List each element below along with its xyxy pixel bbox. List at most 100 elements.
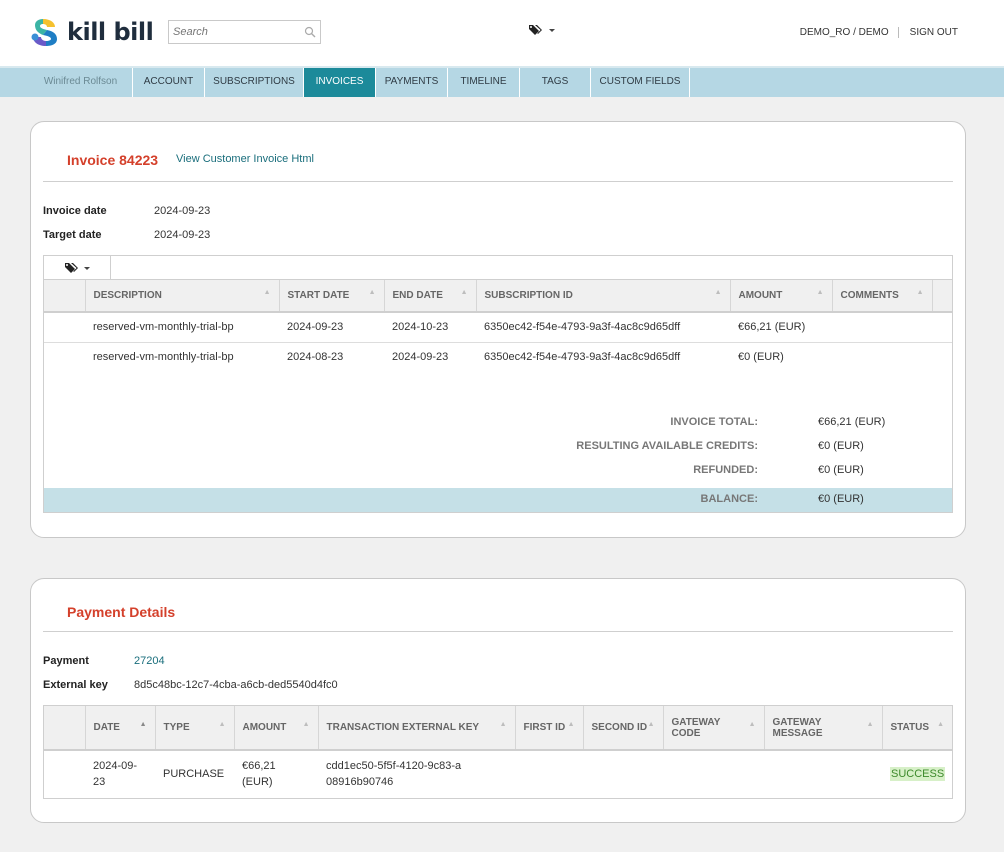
cell-subscription-id: 6350ec42-f54e-4793-9a3f-4ac8c9d65dff: [484, 351, 681, 364]
column-header-status[interactable]: STATUS ▲: [882, 706, 952, 751]
column-header-type[interactable]: TYPE ▲: [155, 706, 235, 751]
tab-account[interactable]: ACCOUNT: [133, 68, 205, 97]
tab-custom-fields[interactable]: CUSTOM FIELDS: [591, 68, 690, 97]
sort-icon: ▲: [460, 289, 468, 296]
column-header-first-id[interactable]: FIRST ID ▲: [515, 706, 584, 751]
cell-amount: €66,21 (EUR): [730, 312, 832, 343]
sort-icon: ▲: [916, 289, 924, 296]
column-header-date[interactable]: DATE ▲: [85, 706, 156, 751]
tag-icon: [529, 25, 542, 35]
tab-tags[interactable]: TAGS: [520, 68, 591, 97]
column-header-start-date[interactable]: START DATE ▲: [279, 280, 385, 313]
cell-date: 2024-09-23: [93, 759, 138, 788]
available-credits-value: €0 (EUR): [818, 440, 864, 452]
search-input[interactable]: [169, 21, 297, 43]
column-label: TRANSACTION EXTERNAL KEY: [326, 722, 480, 733]
invoice-title: Invoice 84223: [67, 152, 159, 168]
invoice-items-grid: DESCRIPTION ▲ START DATE ▲ END DATE ▲ SUBSC…: [43, 255, 953, 513]
available-credits-label: RESULTING AVAILABLE CREDITS:: [576, 440, 758, 452]
divider: [43, 631, 953, 632]
column-header-gateway-code[interactable]: GATEWAY CODE ▲: [663, 706, 765, 751]
column-label: START DATE: [287, 290, 350, 301]
logo[interactable]: kill bill: [29, 17, 154, 47]
sort-icon: ▲: [218, 721, 226, 728]
table-header-row: DATE ▲ TYPE ▲ AMOUNT ▲ TRANSACTION EXTERNAL…: [44, 706, 952, 751]
invoice-total-row: INVOICE TOTAL: €66,21 (EUR): [44, 416, 952, 440]
view-customer-invoice-link[interactable]: View Customer Invoice Html: [176, 153, 314, 165]
column-header-select: [44, 706, 86, 751]
cell-comments: [832, 342, 932, 372]
top-bar: kill bill DEMO_RO / DEMO SIGN OUT: [0, 0, 1004, 66]
cell-subscription-id: 6350ec42-f54e-4793-9a3f-4ac8c9d65dff: [476, 312, 730, 343]
column-header-second-id[interactable]: SECOND ID ▲: [583, 706, 664, 751]
table-header-row: DESCRIPTION ▲ START DATE ▲ END DATE ▲ SUBSC…: [44, 280, 952, 313]
column-header-subscription-id[interactable]: SUBSCRIPTION ID ▲: [476, 280, 731, 313]
tag-icon: [64, 263, 78, 273]
cell-transaction-external-key: cdd1ec50-5f5f-4120-9c83-a08916b90746: [326, 759, 462, 788]
table-row[interactable]: reserved-vm-monthly-trial-bp 2024-09-23 …: [44, 312, 952, 343]
column-label: AMOUNT: [242, 722, 287, 733]
cell-first-id: [515, 750, 583, 796]
available-credits-row: RESULTING AVAILABLE CREDITS: €0 (EUR): [44, 440, 952, 464]
column-header-amount[interactable]: AMOUNT ▲: [234, 706, 319, 751]
separator: [897, 27, 899, 38]
cell-amount: €0 (EUR): [738, 351, 784, 364]
table-row[interactable]: 2024-09-23 PURCHASE €66,21 (EUR) cdd1ec5…: [44, 750, 952, 796]
tab-subscriptions[interactable]: SUBSCRIPTIONS: [205, 68, 304, 97]
sort-icon: ▲: [714, 289, 722, 296]
cell-comments: [832, 312, 932, 343]
tags-dropdown[interactable]: [529, 24, 555, 36]
payment-id-link[interactable]: 27204: [134, 655, 165, 667]
sort-icon: ▲: [866, 721, 874, 728]
nav-account-name[interactable]: Winifred Rolfson: [29, 68, 133, 97]
grid-toolbar: [44, 256, 952, 280]
column-label: GATEWAY CODE: [671, 716, 721, 739]
cell-status: SUCCESS: [882, 750, 952, 796]
sort-icon: ▲: [302, 721, 310, 728]
search-icon[interactable]: [304, 26, 316, 38]
payment-details-card: Payment Details Payment 27204 External k…: [30, 578, 966, 823]
sort-icon: ▲: [937, 721, 944, 728]
invoice-card: Invoice 84223 View Customer Invoice Html…: [30, 121, 966, 538]
chevron-down-icon: [549, 28, 555, 32]
cell-select: [44, 312, 85, 343]
invoice-date-label: Invoice date: [43, 205, 107, 217]
account-nav: Winifred Rolfson ACCOUNT SUBSCRIPTIONS I…: [0, 66, 1004, 97]
column-header-amount[interactable]: AMOUNT ▲: [730, 280, 833, 313]
external-key-label: External key: [43, 679, 108, 691]
tab-invoices[interactable]: INVOICES: [304, 68, 376, 97]
column-label: FIRST ID: [523, 722, 566, 733]
column-header-description[interactable]: DESCRIPTION ▲: [85, 280, 280, 313]
invoice-items-table: DESCRIPTION ▲ START DATE ▲ END DATE ▲ SUBSC…: [44, 280, 952, 372]
column-header-comments[interactable]: COMMENTS ▲: [832, 280, 933, 313]
cell-second-id: [583, 750, 663, 796]
sort-icon: ▲: [816, 289, 824, 296]
column-header-filler: [932, 280, 952, 313]
refunded-row: REFUNDED: €0 (EUR): [44, 464, 952, 488]
cell-gateway-message: [764, 750, 882, 796]
table-row[interactable]: reserved-vm-monthly-trial-bp 2024-08-23 …: [44, 342, 952, 372]
column-label: GATEWAY MESSAGE: [772, 716, 823, 739]
tab-payments[interactable]: PAYMENTS: [376, 68, 448, 97]
current-user-link[interactable]: DEMO_RO / DEMO: [800, 27, 889, 38]
cell-end-date: 2024-09-23: [392, 351, 449, 364]
column-label: DESCRIPTION: [93, 290, 162, 301]
tab-timeline[interactable]: TIMELINE: [448, 68, 520, 97]
sort-icon: ▲: [647, 721, 655, 728]
item-tags-dropdown[interactable]: [44, 256, 111, 280]
cell-end-date: 2024-10-23: [384, 312, 476, 343]
column-label: SUBSCRIPTION ID: [484, 290, 573, 301]
sign-out-link[interactable]: SIGN OUT: [910, 27, 958, 38]
cell-amount: €66,21 (EUR): [242, 759, 276, 788]
column-header-transaction-external-key[interactable]: TRANSACTION EXTERNAL KEY ▲: [318, 706, 516, 751]
user-links: DEMO_RO / DEMO SIGN OUT: [800, 27, 958, 38]
cell-select: [44, 750, 85, 796]
column-header-gateway-message[interactable]: GATEWAY MESSAGE ▲: [764, 706, 883, 751]
cell-gateway-code: [663, 750, 764, 796]
cell-description: reserved-vm-monthly-trial-bp: [93, 351, 234, 364]
column-label: TYPE: [163, 722, 190, 733]
divider: [43, 181, 953, 182]
invoice-total-label: INVOICE TOTAL:: [670, 416, 758, 428]
cell-description: reserved-vm-monthly-trial-bp: [85, 312, 279, 343]
column-header-end-date[interactable]: END DATE ▲: [384, 280, 477, 313]
